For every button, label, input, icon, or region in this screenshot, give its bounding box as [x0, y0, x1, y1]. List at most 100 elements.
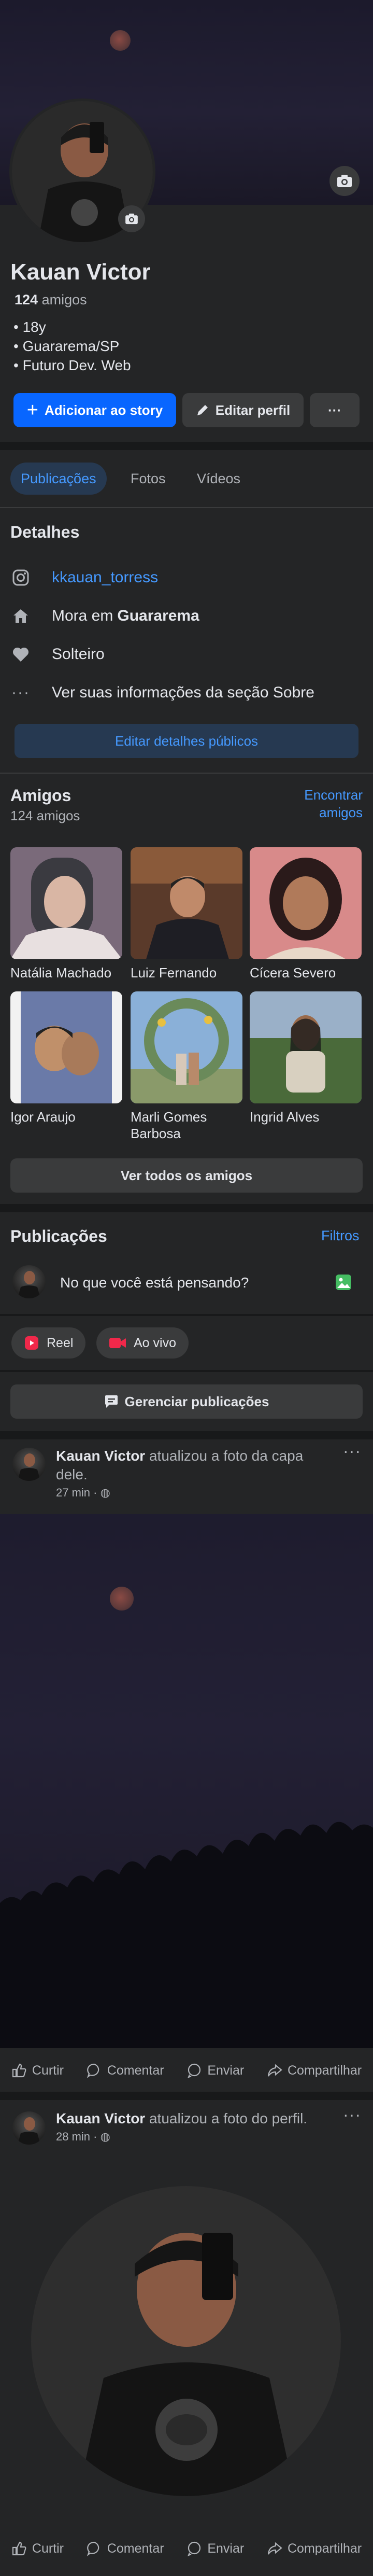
friends-title: Amigos — [10, 786, 71, 805]
manage-posts-button[interactable]: Gerenciar publicações — [10, 1384, 363, 1419]
whatsapp-icon — [188, 2063, 201, 2078]
more-options-button[interactable]: ··· — [310, 393, 360, 427]
detail-about-link[interactable]: ··· Ver suas informações da seção Sobre — [10, 682, 314, 703]
friend-photo — [10, 847, 122, 959]
friend-card[interactable]: Luiz Fernando — [131, 847, 245, 981]
add-story-label: Adicionar ao story — [44, 402, 163, 418]
post-actions-bar: Curtir Comentar Enviar Compartilhar — [0, 2530, 373, 2567]
friends-count-number: 124 — [15, 292, 38, 307]
thumbs-up-icon — [12, 2063, 26, 2078]
globe-icon: ◍ — [100, 2130, 110, 2143]
cover-moon — [110, 30, 131, 51]
filters-link[interactable]: Filtros — [321, 1228, 360, 1244]
share-icon — [267, 2064, 282, 2077]
friend-name: Ingrid Alves — [250, 1109, 320, 1125]
bio-line: • Guararema/SP — [13, 338, 120, 354]
friend-card[interactable]: Marli Gomes Barbosa — [131, 991, 245, 1142]
tab-fotos[interactable]: Fotos — [131, 471, 166, 487]
friend-name: Natália Machado — [10, 965, 112, 981]
profile-post-image[interactable] — [31, 2186, 341, 2496]
post-header: Kauan Victor atualizou a foto do perfil. — [56, 2109, 336, 2128]
live-button[interactable]: Ao vivo — [96, 1327, 189, 1359]
friend-photo — [131, 991, 242, 1103]
post-timestamp: 27 min · ◍ — [56, 1486, 110, 1500]
relationship-status: Solteiro — [52, 646, 105, 663]
post-menu-icon[interactable]: ··· — [343, 2105, 361, 2124]
friend-photo — [131, 847, 242, 959]
friend-card[interactable]: Ingrid Alves — [250, 991, 364, 1125]
post-author-name[interactable]: Kauan Victor — [56, 1448, 145, 1464]
post-actions-bar: Curtir Comentar Enviar Compartilhar — [0, 2052, 373, 2089]
like-button[interactable]: Curtir — [11, 2541, 64, 2556]
post-menu-icon[interactable]: ··· — [343, 1441, 361, 1461]
avatar-camera-button[interactable] — [118, 205, 145, 232]
send-button[interactable]: Enviar — [187, 2063, 244, 2078]
find-friends-link[interactable]: Encontrar amigos — [295, 786, 363, 821]
profile-post-photo — [31, 2186, 341, 2496]
friend-photo — [250, 847, 362, 959]
friend-name: Luiz Fernando — [131, 965, 217, 981]
reel-icon — [25, 1336, 38, 1350]
ellipsis-icon: ··· — [11, 684, 30, 701]
tab-videos[interactable]: Vídeos — [197, 471, 240, 487]
globe-icon: ◍ — [100, 1486, 110, 1499]
comment-button[interactable]: Comentar — [87, 2063, 164, 2078]
cover-camera-button[interactable] — [329, 166, 360, 196]
edit-public-details-button[interactable]: Editar detalhes públicos — [15, 724, 358, 758]
post-author-avatar[interactable] — [12, 2111, 46, 2145]
live-video-icon — [109, 1338, 126, 1348]
heart-icon — [10, 644, 31, 665]
manage-posts-label: Gerenciar publicações — [124, 1393, 269, 1409]
friend-card[interactable]: Natália Machado — [10, 847, 124, 981]
see-all-friends-button[interactable]: Ver todos os amigos — [10, 1158, 363, 1193]
tab-label: Publicações — [21, 470, 96, 486]
actions-divider — [0, 1370, 373, 1372]
share-button[interactable]: Compartilhar — [267, 2541, 362, 2556]
chat-icon — [105, 1395, 118, 1408]
section-divider — [0, 1431, 373, 1439]
friend-name: Igor Araujo — [10, 1109, 76, 1125]
lives-in-prefix: Mora em — [52, 607, 113, 624]
add-story-button[interactable]: + Adicionar ao story — [13, 393, 176, 427]
reel-label: Reel — [47, 1335, 74, 1350]
edit-profile-label: Editar perfil — [215, 402, 291, 418]
home-icon — [10, 606, 31, 626]
instagram-handle[interactable]: kkauan_torress — [52, 569, 158, 586]
about-link-label: Ver suas informações da seção Sobre — [52, 684, 314, 701]
tabs-divider — [0, 507, 373, 508]
reel-button[interactable]: Reel — [11, 1327, 86, 1359]
tree-silhouette — [0, 1822, 373, 2048]
edit-public-details-label: Editar detalhes públicos — [114, 733, 259, 749]
section-divider — [0, 2092, 373, 2100]
plus-icon: + — [26, 399, 38, 421]
comment-icon — [87, 2541, 99, 2556]
friend-card[interactable]: Igor Araujo — [10, 991, 124, 1125]
detail-instagram[interactable]: kkauan_torress — [10, 567, 158, 588]
lives-in-city: Guararema — [117, 607, 199, 624]
send-button[interactable]: Enviar — [187, 2541, 244, 2556]
share-label: Compartilhar — [287, 2063, 362, 2078]
details-title: Detalhes — [10, 523, 80, 541]
post-timestamp: 28 min · ◍ — [56, 2130, 110, 2144]
edit-profile-button[interactable]: Editar perfil — [182, 393, 304, 427]
friends-count[interactable]: 124 amigos — [15, 292, 87, 308]
photo-icon[interactable] — [335, 1273, 352, 1294]
live-label: Ao vivo — [134, 1335, 176, 1350]
composer-divider — [0, 1314, 373, 1316]
friend-card[interactable]: Cícera Severo — [250, 847, 364, 981]
friend-photo — [10, 991, 122, 1103]
share-button[interactable]: Compartilhar — [267, 2063, 362, 2078]
like-button[interactable]: Curtir — [11, 2063, 64, 2078]
cover-post-image[interactable] — [0, 1514, 373, 2048]
profile-bio: • 18y • Guararema/SP • Futuro Dev. Web — [13, 317, 131, 375]
tab-label: Vídeos — [197, 471, 241, 486]
details-divider — [0, 773, 373, 774]
comment-button[interactable]: Comentar — [87, 2541, 164, 2556]
see-all-friends-label: Ver todos os amigos — [120, 1167, 253, 1183]
post-author-name[interactable]: Kauan Victor — [56, 2110, 145, 2126]
composer-input[interactable]: No que você está pensando? — [60, 1275, 249, 1291]
post-author-avatar[interactable] — [12, 1448, 46, 1481]
comment-icon — [87, 2063, 99, 2078]
tab-publicacoes[interactable]: Publicações — [10, 463, 107, 495]
composer-avatar — [12, 1265, 46, 1298]
